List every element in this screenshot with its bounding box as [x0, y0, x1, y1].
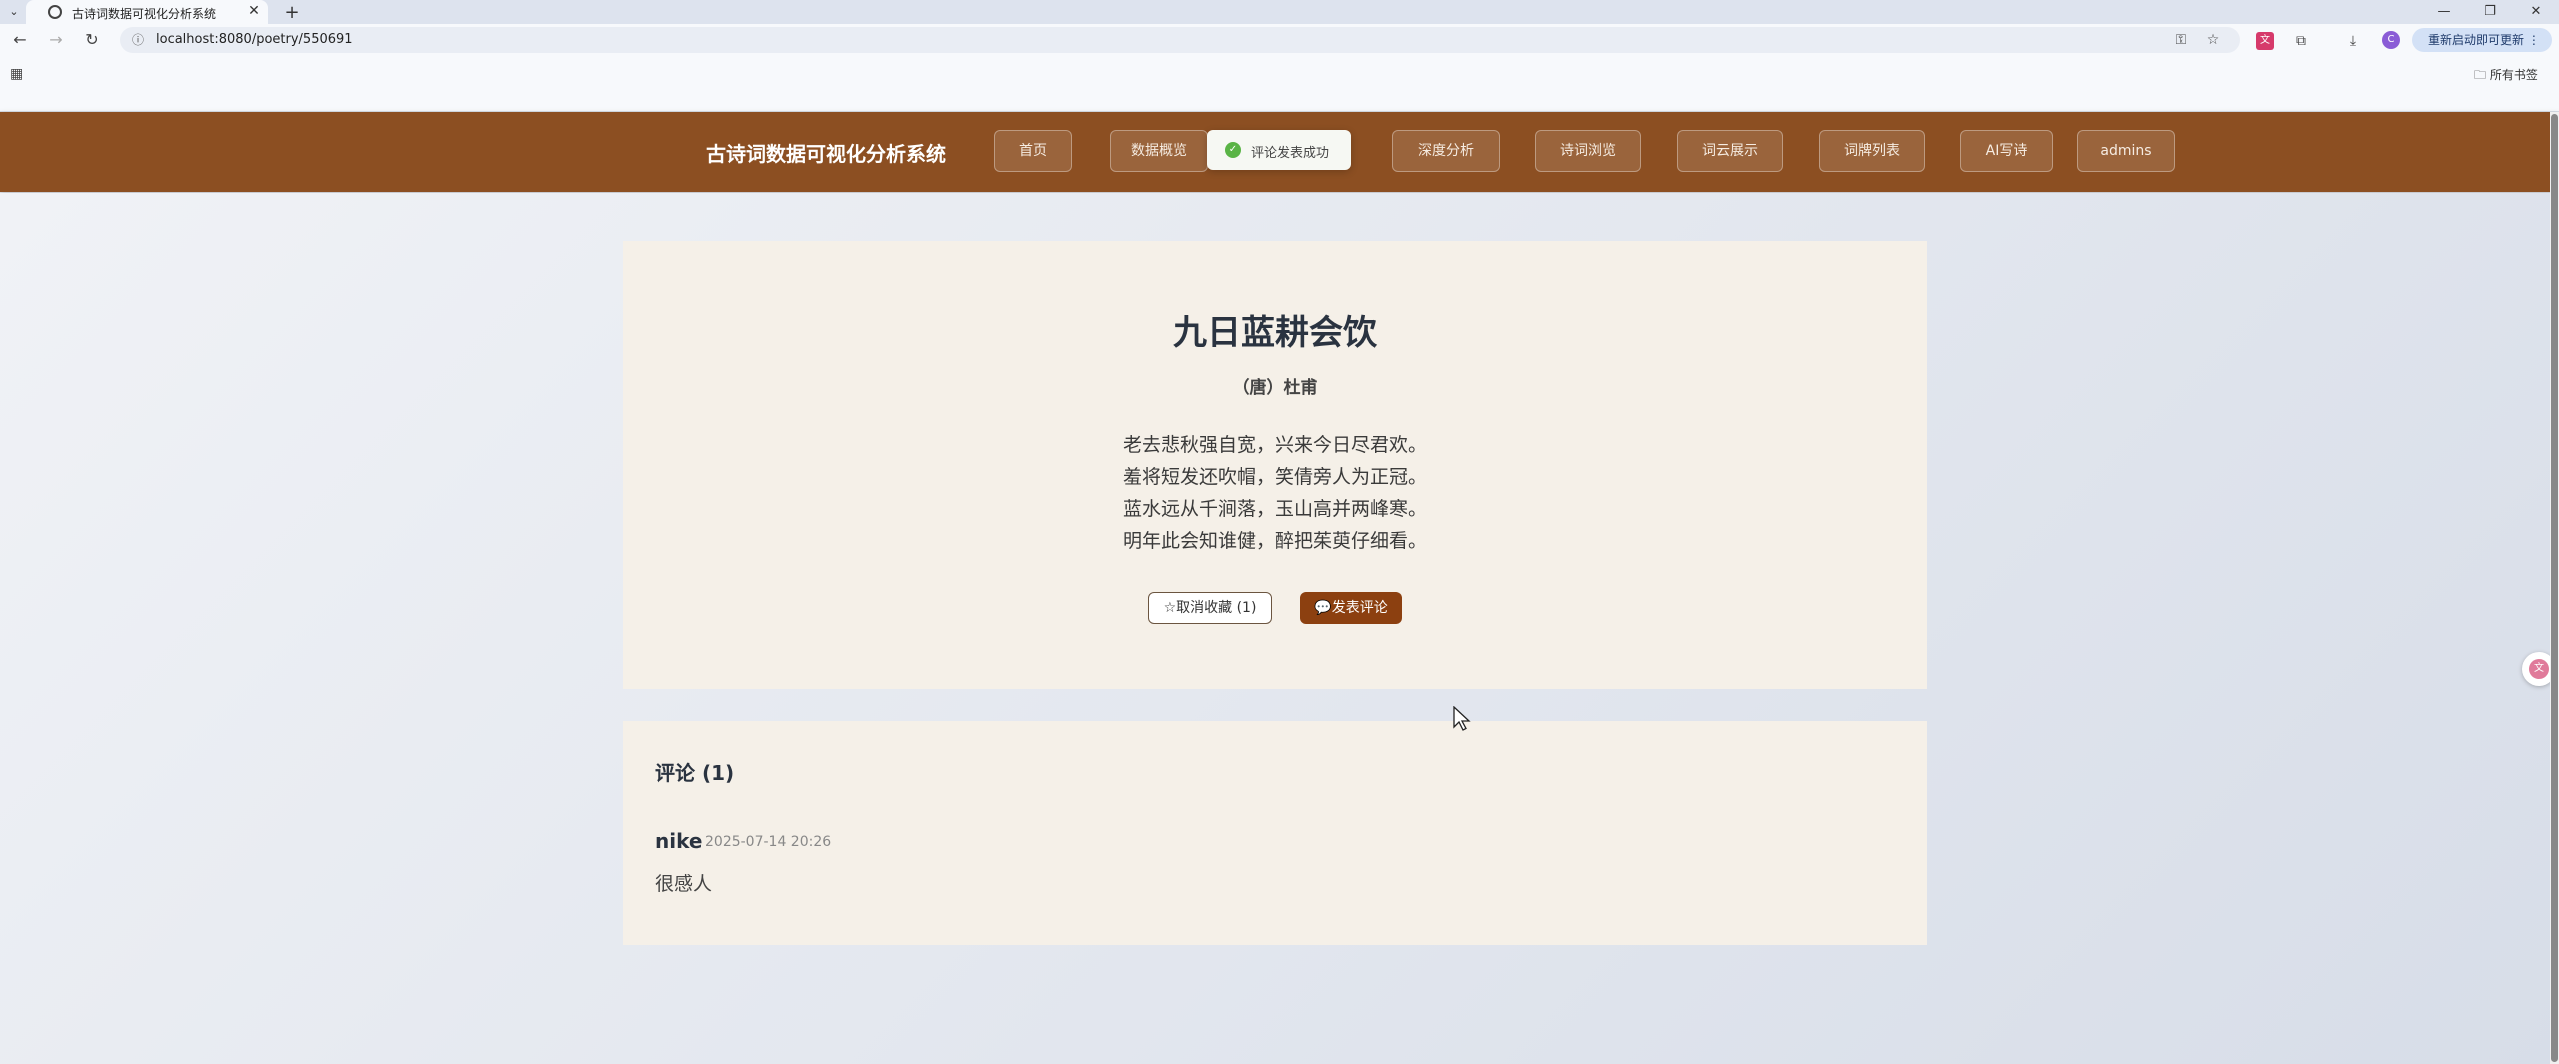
comment-text: 很感人 [655, 873, 713, 895]
nav-admins[interactable]: admins [2077, 130, 2175, 172]
download-icon[interactable]: ⤓ [2344, 32, 2362, 50]
poem-line: 明年此会知谁健，醉把茱萸仔细看。 [1122, 530, 1427, 552]
nav-home[interactable]: 首页 [994, 130, 1072, 172]
unfavorite-button[interactable]: ☆取消收藏 (1) [1148, 592, 1272, 624]
nav-data-overview[interactable]: 数据概览 [1110, 130, 1208, 172]
apps-grid-icon[interactable]: ▦ [10, 66, 23, 82]
profile-avatar[interactable]: C [2382, 31, 2400, 49]
nav-deep-analysis[interactable]: 深度分析 [1392, 130, 1500, 172]
new-tab-icon[interactable]: + [282, 2, 302, 23]
forward-icon[interactable]: → [46, 30, 66, 50]
site-title: 古诗词数据可视化分析系统 [706, 142, 946, 166]
scrollbar-thumb[interactable] [2551, 114, 2558, 1062]
window-close-icon[interactable]: ✕ [2516, 2, 2556, 22]
comment-user: nike [655, 829, 703, 853]
tab-search-icon[interactable]: ⌄ [6, 4, 22, 20]
bookmark-star-icon[interactable]: ☆ [2204, 32, 2222, 48]
puzzle-icon[interactable]: ⧉ [2292, 32, 2310, 50]
restore-icon[interactable]: ❐ [2470, 2, 2510, 22]
poem-title: 九日蓝耕会饮 [1173, 313, 1377, 353]
browser-tab[interactable]: 古诗词数据可视化分析系统 ✕ [26, 0, 268, 24]
poem-author: （唐）杜甫 [1232, 378, 1318, 398]
browser-toolbar: ← → ↻ ⓘ localhost:8080/poetry/550691 ⚿ ☆… [0, 24, 2559, 56]
bookmarks-bar: ▦ 🗀 所有书签 [0, 56, 2559, 112]
update-label: 重新启动即可更新 [2428, 33, 2525, 47]
poem-body: 老去悲秋强自宽，兴来今日尽君欢。 羞将短发还吹帽，笑倩旁人为正冠。 蓝水远从千涧… [623, 429, 1927, 557]
all-bookmarks[interactable]: 🗀 所有书签 [2474, 66, 2538, 87]
translate-icon: 文 [2529, 659, 2549, 679]
nav-word-cloud[interactable]: 词云展示 [1677, 130, 1783, 172]
nav-poetry-browse[interactable]: 诗词浏览 [1535, 130, 1641, 172]
nav-cipai-list[interactable]: 词牌列表 [1819, 130, 1925, 172]
reload-icon[interactable]: ↻ [82, 30, 102, 50]
comments-card: 评论 (1) nike 2025-07-14 20:26 很感人 [623, 721, 1927, 945]
globe-icon [48, 5, 62, 19]
comment-time: 2025-07-14 20:26 [705, 834, 832, 850]
nav-ai-poetry[interactable]: AI写诗 [1960, 130, 2053, 172]
extension-icon[interactable]: 文 [2256, 32, 2274, 50]
site-header: 古诗词数据可视化分析系统 首页 数据概览 深度分析 诗词浏览 词云展示 词牌列表… [0, 112, 2559, 192]
check-circle-icon: ✓ [1225, 142, 1241, 158]
poem-line: 老去悲秋强自宽，兴来今日尽君欢。 [1122, 434, 1427, 456]
success-toast: ✓ 评论发表成功 [1207, 130, 1351, 170]
poem-card: 九日蓝耕会饮 （唐）杜甫 老去悲秋强自宽，兴来今日尽君欢。 羞将短发还吹帽，笑倩… [623, 241, 1927, 689]
poem-line: 羞将短发还吹帽，笑倩旁人为正冠。 [1122, 466, 1427, 488]
main-content: 九日蓝耕会饮 （唐）杜甫 老去悲秋强自宽，兴来今日尽君欢。 羞将短发还吹帽，笑倩… [0, 193, 2559, 1064]
back-icon[interactable]: ← [10, 30, 30, 50]
toast-text: 评论发表成功 [1251, 146, 1330, 161]
mouse-cursor-icon [1453, 706, 1471, 731]
tab-title: 古诗词数据可视化分析系统 [72, 7, 217, 21]
close-icon[interactable]: ✕ [246, 3, 262, 19]
password-key-icon[interactable]: ⚿ [2172, 32, 2190, 48]
address-bar[interactable]: ⓘ localhost:8080/poetry/550691 ⚿ ☆ [120, 27, 2240, 53]
minimize-icon[interactable]: — [2424, 2, 2464, 22]
all-bookmarks-label: 所有书签 [2489, 68, 2538, 82]
poem-line: 蓝水远从千涧落，玉山高并两峰寒。 [1122, 498, 1427, 520]
update-button[interactable]: 重新启动即可更新 ⋮ [2412, 28, 2552, 52]
site-info-icon[interactable]: ⓘ [130, 32, 146, 48]
tab-strip: ⌄ 古诗词数据可视化分析系统 ✕ + — ❐ ✕ [0, 0, 2559, 24]
comments-heading: 评论 (1) [655, 761, 735, 785]
url-text: localhost:8080/poetry/550691 [156, 32, 353, 47]
post-comment-button[interactable]: 💬发表评论 [1300, 592, 1402, 624]
